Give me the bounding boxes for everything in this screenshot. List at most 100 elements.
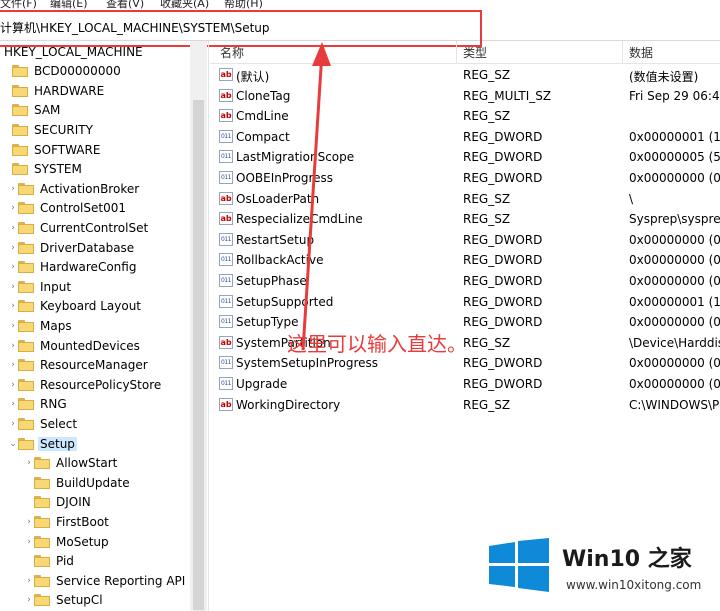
chevron-right-icon[interactable]: › xyxy=(24,517,34,527)
value-row[interactable]: 011 SetupSupported REG_DWORD 0x00000001 (1) xyxy=(210,292,720,312)
tree-node[interactable]: › MoSetup xyxy=(24,532,111,551)
value-row[interactable]: 011 LastMigrationScope REG_DWORD 0x00000005… xyxy=(210,147,720,167)
tree-node[interactable]: › Service Reporting API xyxy=(24,571,187,590)
chevron-right-icon[interactable]: › xyxy=(8,243,18,253)
tree-node-label: HKEY_LOCAL_MACHINE xyxy=(4,44,143,59)
tree-node[interactable]: SECURITY xyxy=(2,120,95,139)
value-name: RollbackActive xyxy=(236,253,324,268)
folder-icon xyxy=(34,535,50,548)
value-row[interactable]: ab WorkingDirectory REG_SZ C:\WINDOWS\P xyxy=(210,395,720,415)
tree-node[interactable]: › DriverDatabase xyxy=(8,238,136,257)
value-row[interactable]: 011 RollbackActive REG_DWORD 0x00000000 (0) xyxy=(210,250,720,270)
chevron-right-icon[interactable]: › xyxy=(8,321,18,331)
tree-node[interactable]: › AllowStart xyxy=(24,454,119,473)
tree-node-label: MoSetup xyxy=(56,534,109,549)
tree-node[interactable]: SYSTEM xyxy=(2,160,84,179)
tree-node[interactable]: BuildUpdate xyxy=(24,473,132,492)
value-name: (默认) xyxy=(236,70,270,84)
chevron-right-icon[interactable]: › xyxy=(24,595,34,605)
tree-node[interactable]: › SetupCl xyxy=(24,591,105,610)
value-row[interactable]: 011 Upgrade REG_DWORD 0x00000000 (0) xyxy=(210,374,720,394)
column-header-data[interactable]: 数据 xyxy=(629,44,653,61)
binary-value-icon: 011 xyxy=(219,129,233,143)
column-header-type[interactable]: 类型 xyxy=(463,44,487,61)
tree-node-label: HARDWARE xyxy=(34,83,105,98)
annotation-text: 这里可以输入直达。 xyxy=(287,332,467,356)
address-path[interactable]: 计算机\HKEY_LOCAL_MACHINE\SYSTEM\Setup xyxy=(0,19,270,36)
menu-edit[interactable]: 编辑(E) xyxy=(50,0,88,11)
pane-splitter[interactable] xyxy=(208,41,209,611)
menu-favorites[interactable]: 收藏夹(A) xyxy=(160,0,209,11)
folder-icon xyxy=(12,163,28,176)
chevron-right-icon[interactable]: › xyxy=(8,301,18,311)
tree-node[interactable]: ⌄ Setup xyxy=(8,434,77,453)
address-bar[interactable]: 计算机\HKEY_LOCAL_MACHINE\SYSTEM\Setup xyxy=(0,12,720,41)
tree-node-label: AllowStart xyxy=(56,456,118,471)
tree-node[interactable]: Pid xyxy=(24,552,76,571)
tree-node[interactable]: BCD00000000 xyxy=(2,62,123,81)
tree-node-label: ControlSet001 xyxy=(40,201,126,216)
tree-node-label: Setup xyxy=(38,436,77,451)
folder-icon xyxy=(18,319,34,332)
value-row[interactable]: 011 Compact REG_DWORD 0x00000001 (1) xyxy=(210,127,720,147)
tree-node[interactable]: › ResourcePolicyStore xyxy=(8,375,163,394)
chevron-right-icon[interactable]: › xyxy=(8,419,18,429)
value-row[interactable]: ab RespecializeCmdLine REG_SZ Sysprep\syspr… xyxy=(210,209,720,229)
chevron-right-icon[interactable]: › xyxy=(8,184,18,194)
column-header-name[interactable]: 名称 xyxy=(220,44,244,61)
tree-node[interactable]: › HardwareConfig xyxy=(8,258,138,277)
chevron-right-icon[interactable]: › xyxy=(24,576,34,586)
tree-node[interactable]: › ActivationBroker xyxy=(8,179,141,198)
menu-help[interactable]: 帮助(H) xyxy=(224,0,263,11)
value-row[interactable]: 011 OOBEInProgress REG_DWORD 0x00000000 (0) xyxy=(210,168,720,188)
value-name: SetupSupported xyxy=(236,294,334,309)
value-data: 0x00000000 (0) xyxy=(629,274,720,288)
tree-node[interactable]: SOFTWARE xyxy=(2,140,102,159)
tree-node[interactable]: SAM xyxy=(2,101,62,120)
tree-node[interactable]: › ResourceManager xyxy=(8,356,150,375)
chevron-right-icon[interactable]: › xyxy=(8,380,18,390)
string-value-icon: ab xyxy=(219,68,233,81)
tree-node-label: Select xyxy=(40,416,78,431)
value-row[interactable]: 011 RestartSetup REG_DWORD 0x00000000 (0) xyxy=(210,230,720,250)
tree-node[interactable]: › FirstBoot xyxy=(24,512,111,531)
value-data: 0x00000005 (5) xyxy=(629,150,720,165)
chevron-right-icon[interactable]: › xyxy=(8,399,18,409)
tree-node-label: ActivationBroker xyxy=(40,181,140,196)
chevron-down-icon[interactable]: ⌄ xyxy=(8,439,18,449)
chevron-right-icon[interactable]: › xyxy=(8,341,18,351)
value-type: REG_DWORD xyxy=(463,129,543,144)
tree-node[interactable]: › Keyboard Layout xyxy=(8,297,143,316)
chevron-right-icon[interactable]: › xyxy=(8,360,18,370)
chevron-right-icon[interactable]: › xyxy=(8,282,18,292)
tree-scrollbar-thumb[interactable] xyxy=(193,100,204,610)
tree-node[interactable]: › Select xyxy=(8,414,79,433)
tree-node[interactable]: › MountedDevices xyxy=(8,336,142,355)
tree-node[interactable]: › RNG xyxy=(8,395,69,414)
menu-file[interactable]: 文件(F) xyxy=(0,0,37,11)
value-row[interactable]: ab CloneTag REG_MULTI_SZ Fri Sep 29 06:49 xyxy=(210,86,720,106)
chevron-right-icon[interactable]: › xyxy=(24,537,34,547)
chevron-right-icon[interactable]: › xyxy=(24,458,34,468)
folder-icon xyxy=(12,65,28,78)
tree-node[interactable]: DJOIN xyxy=(24,493,93,512)
value-row[interactable]: ab OsLoaderPath REG_SZ \ xyxy=(210,189,720,209)
value-data: 0x00000000 (0) xyxy=(629,232,720,247)
tree-node[interactable]: HARDWARE xyxy=(2,81,106,100)
chevron-right-icon[interactable]: › xyxy=(8,262,18,272)
value-row[interactable]: ab (默认) REG_SZ (数值未设置) xyxy=(210,65,720,85)
value-row[interactable]: ab CmdLine REG_SZ xyxy=(210,106,720,126)
tree-node[interactable]: › CurrentControlSet xyxy=(8,218,150,237)
tree-node-label: SOFTWARE xyxy=(34,142,101,157)
tree-node[interactable]: HKEY_LOCAL_MACHINE xyxy=(2,42,145,61)
chevron-right-icon[interactable]: › xyxy=(8,203,18,213)
tree-node-label: ResourceManager xyxy=(40,358,148,373)
menu-view[interactable]: 查看(V) xyxy=(106,0,144,11)
tree-node[interactable]: › ControlSet001 xyxy=(8,199,128,218)
tree-node[interactable]: › Maps xyxy=(8,316,74,335)
list-header: 名称 类型 数据 xyxy=(210,41,720,64)
value-row[interactable]: 011 SetupPhase REG_DWORD 0x00000000 (0) xyxy=(210,271,720,291)
chevron-right-icon[interactable]: › xyxy=(8,223,18,233)
tree-node[interactable]: › Input xyxy=(8,277,73,296)
value-type: REG_DWORD xyxy=(463,356,543,371)
